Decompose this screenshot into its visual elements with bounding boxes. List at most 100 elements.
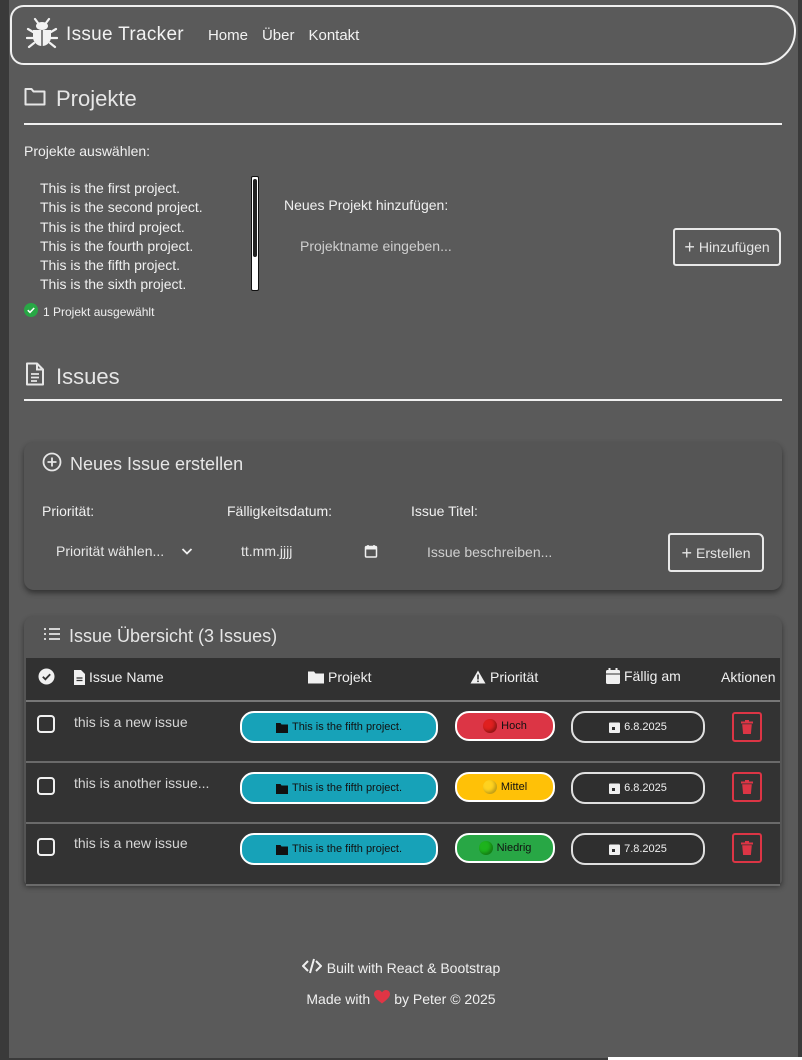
project-listbox[interactable]: This is the first project. This is the s… [24,176,260,292]
priority-badge-label: Hoch [501,720,527,732]
row-checkbox[interactable] [37,838,55,856]
project-select-label: Projekte auswählen: [24,143,151,159]
table-row: this is another issue... This is the fif… [26,763,780,824]
due-date-badge-label: 6.8.2025 [624,721,667,733]
nav-link-about[interactable]: Über [262,27,295,44]
selection-status: 1 Projekt ausgewählt [24,303,154,320]
table-row: this is a new issue This is the fifth pr… [26,824,780,886]
issues-table: Issue Name Projekt Priorität Fällig am A… [26,658,780,886]
footer-made-with-prefix: Made with [306,990,371,1007]
folder-icon [308,671,324,684]
code-icon [301,958,323,977]
create-issue-title: Neues Issue erstellen [70,454,244,474]
plus-icon: + [684,237,695,257]
row-checkbox[interactable] [37,777,55,795]
project-option[interactable]: This is the second project. [24,198,260,217]
due-date-value: tt.mm.jjjj [241,543,293,559]
issue-name: this is a new issue [74,714,188,730]
delete-issue-button[interactable] [732,833,762,863]
footer-credits: Made with by Peter © 2025 [0,990,802,1007]
create-issue-button[interactable]: + Erstellen [668,533,764,572]
brand[interactable]: Issue Tracker [25,17,184,54]
file-icon [74,669,85,685]
priority-badge: Hoch [455,711,555,741]
create-issue-heading: Neues Issue erstellen [42,452,243,477]
chevron-down-icon [180,544,194,563]
folder-icon [275,783,288,794]
trash-icon [741,780,753,794]
document-icon [24,362,46,392]
priority-select-value: Priorität wählen... [56,543,165,559]
yellow-circle-icon [482,780,497,794]
project-option[interactable]: This is the first project. [24,179,260,198]
project-badge: This is the fifth project. [240,833,438,865]
add-project-button[interactable]: + Hinzufügen [673,228,781,266]
issues-heading: Issues [24,362,120,392]
issue-name: this is another issue... [74,775,210,791]
red-circle-icon [483,719,498,733]
projects-title: Projekte [56,86,137,111]
list-icon [43,626,61,647]
heart-icon [374,990,391,1007]
calendar-icon[interactable] [364,544,378,563]
footer-built-with: Built with React & Bootstrap [0,958,802,977]
project-option[interactable]: This is the fifth project. [24,256,260,275]
project-option[interactable]: This is the third project. [24,218,260,237]
table-row: this is a new issue This is the fifth pr… [26,702,780,763]
column-priority-label: Priorität [490,669,539,685]
issues-divider [24,399,782,401]
priority-badge: Niedrig [455,833,555,863]
bug-icon [25,17,59,54]
project-badge: This is the fifth project. [240,711,438,743]
due-date-badge: 6.8.2025 [571,711,705,743]
due-date-badge-label: 7.8.2025 [624,843,667,855]
column-actions: Aktionen [721,669,775,685]
issue-title-input[interactable] [425,540,659,564]
due-date-badge-label: 6.8.2025 [624,782,667,794]
trash-icon [741,720,753,734]
column-project[interactable]: Projekt [308,669,372,685]
projects-divider [24,123,782,125]
project-badge-label: This is the fifth project. [291,843,403,855]
column-due-date[interactable]: Fällig am [606,668,681,684]
project-badge: This is the fifth project. [240,772,438,804]
delete-issue-button[interactable] [732,772,762,802]
nav-link-home[interactable]: Home [208,27,248,44]
issue-overview-heading: Issue Übersicht (3 Issues) [43,626,277,647]
row-checkbox[interactable] [37,715,55,733]
delete-issue-button[interactable] [732,712,762,742]
nav-link-contact[interactable]: Kontakt [308,27,359,44]
column-priority[interactable]: Priorität [470,669,538,685]
priority-label: Priorität: [42,503,95,519]
calendar-icon [609,722,621,733]
issue-overview-title: Issue Übersicht (3 Issues) [69,626,278,646]
column-project-label: Projekt [328,669,372,685]
warning-icon [470,670,486,684]
column-issue-name[interactable]: Issue Name [74,669,164,685]
scrollbar-thumb[interactable] [253,179,257,257]
add-project-button-label: Hinzufügen [698,239,770,255]
project-option[interactable]: This is the sixth project. [24,275,260,292]
folder-icon [275,722,288,733]
priority-badge: Mittel [455,772,555,802]
issues-title: Issues [56,364,120,389]
calendar-icon [606,668,620,684]
create-issue-button-label: Erstellen [696,544,751,561]
column-actions-label: Aktionen [721,669,776,685]
navbar: Issue Tracker Home Über Kontakt [10,5,796,65]
project-list-scrollbar[interactable] [251,176,259,291]
select-all-checkbox[interactable] [38,668,55,685]
plus-icon: + [681,542,693,563]
project-name-input[interactable] [298,234,662,258]
due-date-label: Fälligkeitsdatum: [227,503,333,519]
project-option[interactable]: This is the fourth project. [24,237,260,256]
footer-made-with-suffix: by Peter © 2025 [394,990,496,1007]
selection-count: 1 Projekt ausgewählt [43,304,155,319]
project-badge-label: This is the fifth project. [291,721,403,733]
priority-select[interactable]: Priorität wählen... [42,538,202,566]
check-circle-icon [24,303,38,320]
check-circle-icon [38,668,55,685]
due-date-input[interactable]: tt.mm.jjjj [227,538,387,566]
plus-circle-icon [42,452,62,477]
calendar-icon [609,783,621,794]
